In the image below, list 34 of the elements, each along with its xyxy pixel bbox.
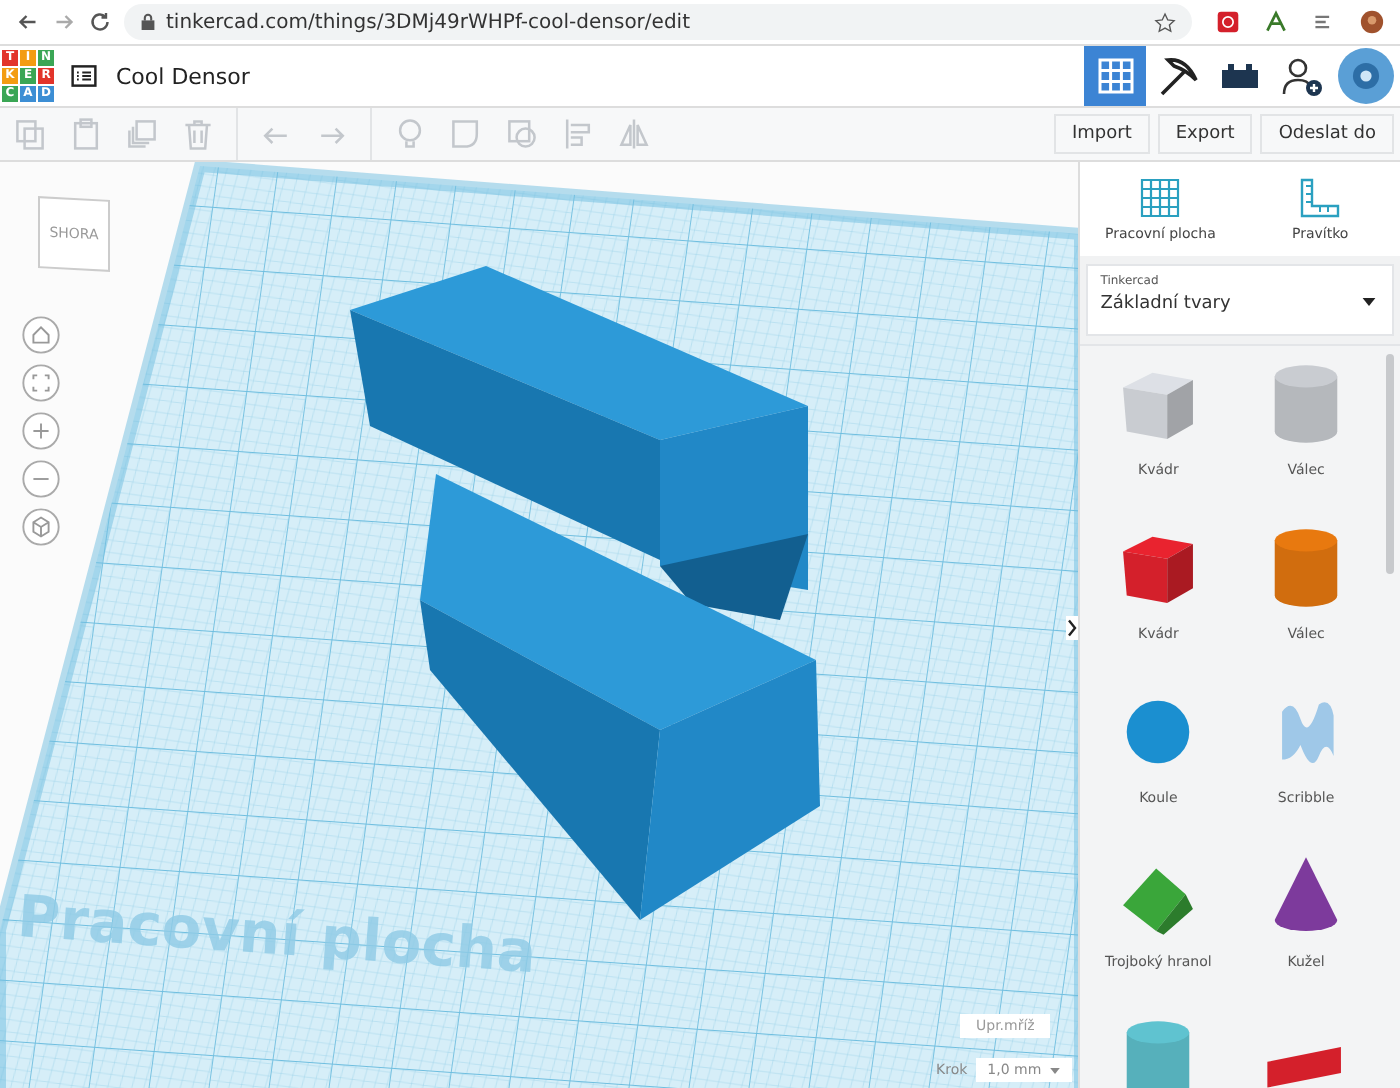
caret-icon <box>1049 1067 1060 1073</box>
profile-avatar-icon[interactable] <box>1360 10 1384 34</box>
design-title[interactable]: Cool Densor <box>116 63 250 89</box>
extension-icon[interactable] <box>1216 10 1240 34</box>
back-icon[interactable] <box>16 10 40 34</box>
export-button[interactable]: Export <box>1157 114 1253 154</box>
lock-icon <box>140 12 156 32</box>
zoom-in-icon[interactable] <box>22 412 60 450</box>
scrollbar[interactable] <box>1386 354 1394 574</box>
reload-icon[interactable] <box>88 10 112 34</box>
collapse-icon[interactable] <box>1066 616 1079 640</box>
caret-icon <box>1362 298 1376 306</box>
forward-icon[interactable] <box>52 10 76 34</box>
import-button[interactable]: Import <box>1054 114 1150 154</box>
fit-view-icon[interactable] <box>22 364 60 402</box>
address-bar[interactable]: tinkercad.com/things/3DMj49rWHPf-cool-densor/edit <box>124 4 1192 40</box>
brick-icon <box>1217 60 1261 92</box>
user-avatar-icon[interactable] <box>1338 48 1394 104</box>
3d-view-button[interactable] <box>1084 46 1146 106</box>
extruded-shape[interactable] <box>350 266 808 620</box>
zoom-out-icon[interactable] <box>22 460 60 498</box>
workplane-label: Pracovní plocha <box>15 882 539 987</box>
star-icon[interactable] <box>1154 11 1176 33</box>
grid-icon <box>1095 56 1135 96</box>
cube-icon[interactable] <box>22 508 60 546</box>
ruler-icon <box>1296 176 1345 220</box>
grid-icon <box>1136 176 1185 220</box>
add-user-icon <box>1279 54 1323 98</box>
send-to-button[interactable]: Odeslat do <box>1260 114 1394 154</box>
extension-icon[interactable] <box>1264 10 1288 34</box>
pickaxe-icon <box>1155 54 1199 98</box>
home-icon[interactable] <box>22 316 60 354</box>
extruded-shape[interactable] <box>420 474 820 920</box>
list-icon[interactable] <box>70 62 98 90</box>
